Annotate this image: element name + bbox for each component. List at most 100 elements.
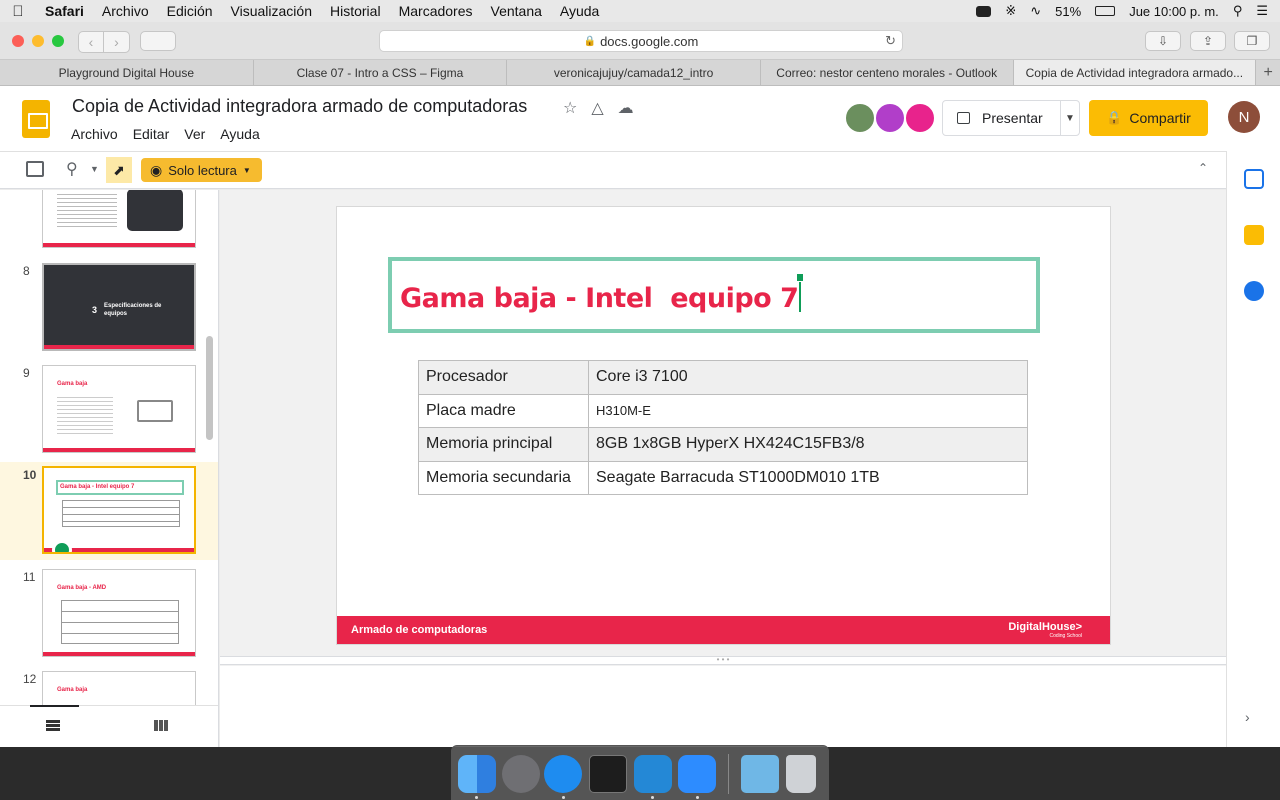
browser-tab[interactable]: Clase 07 - Intro a CSS – Figma (254, 60, 508, 85)
lock-person-icon: 🔒 (1106, 110, 1123, 125)
menu-edicion[interactable]: Edición (158, 3, 222, 19)
thumb-title: Gama baja - AMD (57, 585, 107, 591)
tabs-overview-button[interactable]: ❐ (1234, 31, 1270, 51)
downloads-folder-icon[interactable] (741, 755, 779, 793)
present-options-dropdown[interactable]: ▼ (1061, 113, 1079, 124)
apple-icon[interactable]:  (0, 3, 36, 20)
reload-icon[interactable]: ↻ (885, 33, 896, 49)
browser-tab[interactable]: Correo: nestor centeno morales - Outlook (761, 60, 1014, 85)
battery-percent[interactable]: 51% (1055, 4, 1081, 19)
calendar-icon[interactable] (1244, 169, 1264, 189)
collapse-menus-icon[interactable]: ⌃ (1198, 161, 1208, 175)
menu-app-name[interactable]: Safari (36, 3, 93, 19)
sidebar-toggle-button[interactable] (140, 31, 176, 51)
wifi-icon[interactable]: ∿ (1030, 3, 1041, 19)
browser-tab-active[interactable]: Copia de Actividad integradora armado... (1013, 60, 1257, 85)
thumb-title: Gama baja (57, 687, 88, 693)
collaborator-avatar[interactable] (874, 102, 906, 134)
spotlight-search-icon[interactable]: ⚲ (1233, 3, 1243, 19)
address-bar[interactable]: 🔒 docs.google.com ↻ (379, 30, 903, 52)
doc-menu-editar[interactable]: Editar (133, 126, 170, 142)
browser-tab[interactable]: Playground Digital House (0, 60, 254, 85)
user-avatar[interactable]: N (1228, 101, 1260, 133)
speaker-notes-resize-handle[interactable]: • • • (220, 656, 1226, 665)
thumb-text-lines (57, 191, 117, 227)
trash-icon[interactable] (786, 755, 816, 793)
collaborator-avatar[interactable] (844, 102, 876, 134)
move-to-drive-icon[interactable]: △ (591, 98, 603, 118)
document-title[interactable]: Copia de Actividad integradora armado de… (72, 96, 527, 117)
filmstrip-scrollbar[interactable] (206, 336, 213, 440)
doc-menu-ver[interactable]: Ver (184, 126, 205, 142)
close-window-button[interactable] (12, 35, 24, 47)
select-cursor-icon[interactable]: ⬈ (106, 157, 132, 183)
dock-separator (728, 754, 729, 794)
notification-center-icon[interactable]: ☰ (1256, 3, 1268, 19)
finder-icon[interactable] (458, 755, 496, 793)
share-button[interactable]: ⇪ (1190, 31, 1226, 51)
launchpad-icon[interactable] (502, 755, 540, 793)
cloud-status-icon[interactable]: ☁ (618, 98, 634, 118)
collaborator-avatar[interactable] (904, 102, 936, 134)
view-mode-button[interactable]: ◉ Solo lectura ▼ (141, 158, 262, 182)
battery-icon[interactable] (1095, 6, 1116, 16)
safari-icon[interactable] (544, 755, 582, 793)
zoom-app-icon[interactable] (678, 755, 716, 793)
list-view-underline (30, 705, 79, 707)
menu-marcadores[interactable]: Marcadores (390, 3, 482, 19)
slides-toolbar: ⚲ ▼ ⬈ ◉ Solo lectura ▼ ⌃ (0, 151, 1226, 189)
terminal-icon[interactable] (589, 755, 627, 793)
running-indicator (651, 796, 654, 799)
zoom-icon[interactable]: ⚲ (66, 159, 78, 179)
present-button-group: Presentar ▼ (942, 100, 1080, 136)
address-url: docs.google.com (600, 33, 699, 49)
menu-archivo[interactable]: Archivo (93, 3, 158, 19)
doc-menu-archivo[interactable]: Archivo (71, 126, 118, 142)
keep-icon[interactable] (1244, 225, 1264, 245)
slide-footer-label: Armado de computadoras (351, 624, 488, 636)
tasks-icon[interactable] (1244, 281, 1264, 301)
browser-tab[interactable]: veronicajujuy/camada12_intro (507, 60, 761, 85)
menu-visualizacion[interactable]: Visualización (222, 3, 321, 19)
slides-logo-icon[interactable] (22, 100, 50, 138)
browser-tabs: Playground Digital House Clase 07 - Intr… (0, 60, 1280, 86)
zoom-window-button[interactable] (52, 35, 64, 47)
spec-value: Core i3 7100 (588, 360, 1028, 395)
thumb-title: Gama baja - Intel equipo 7 (60, 484, 135, 490)
minimize-window-button[interactable] (32, 35, 44, 47)
menu-ayuda[interactable]: Ayuda (551, 3, 608, 19)
slide-thumbnail[interactable] (42, 190, 196, 248)
back-button[interactable]: ‹ (79, 32, 104, 52)
star-icon[interactable]: ☆ (563, 98, 577, 118)
clock[interactable]: Jue 10:00 p. m. (1129, 4, 1219, 19)
slide-thumbnail[interactable]: Gama baja - AMD (42, 569, 196, 657)
doc-menu-ayuda[interactable]: Ayuda (220, 126, 259, 142)
bluetooth-icon[interactable]: ※ (1005, 3, 1016, 19)
slide-number: 12 (23, 672, 37, 686)
print-icon[interactable] (26, 161, 44, 177)
title-actions: ☆ △ ☁ (563, 98, 634, 118)
slide-thumbnail[interactable]: Gama baja (42, 365, 196, 453)
speaker-notes[interactable] (220, 666, 1226, 747)
downloads-button[interactable]: ⇩ (1145, 31, 1181, 51)
slide-title-box[interactable]: Gama baja - Intel equipo 7 (388, 257, 1040, 333)
present-button[interactable]: Presentar (943, 101, 1061, 135)
vscode-icon[interactable] (634, 755, 672, 793)
menu-historial[interactable]: Historial (321, 3, 390, 19)
camera-icon[interactable] (976, 5, 992, 17)
slide-thumbnail[interactable]: 3 Especificaciones de equipos (42, 263, 196, 351)
menu-ventana[interactable]: Ventana (482, 3, 551, 19)
slide-number: 10 (23, 468, 37, 482)
expand-panel-icon[interactable]: › (1245, 709, 1250, 725)
spec-label: Memoria principal (418, 427, 589, 462)
forward-button[interactable]: › (104, 32, 129, 52)
nav-buttons: ‹ › (78, 31, 130, 53)
list-view-icon[interactable] (46, 720, 60, 731)
table-row: Memoria principal 8GB 1x8GB HyperX HX424… (418, 427, 1028, 462)
slide-thumbnail-active[interactable]: Gama baja - Intel equipo 7 (42, 466, 196, 554)
grid-view-icon[interactable] (154, 720, 168, 731)
digitalhouse-logo: DigitalHouse> Coding School (1008, 621, 1082, 639)
new-tab-button[interactable]: + (1256, 60, 1280, 85)
share-doc-button[interactable]: 🔒 Compartir (1089, 100, 1208, 136)
zoom-dropdown-icon[interactable]: ▼ (90, 164, 99, 174)
